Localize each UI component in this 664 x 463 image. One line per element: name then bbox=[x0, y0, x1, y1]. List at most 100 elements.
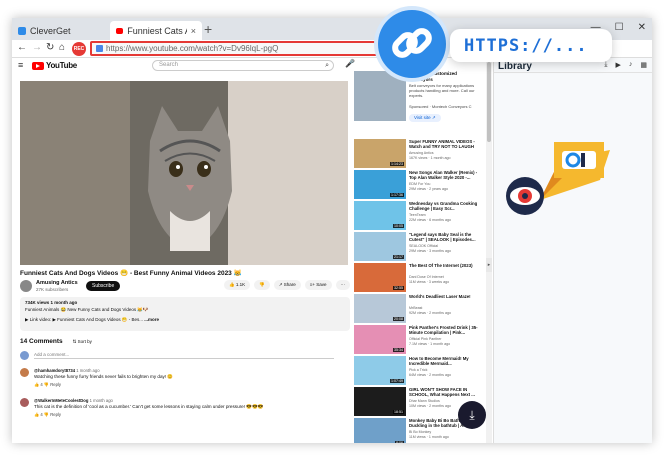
video-duration: 1:07:49 bbox=[390, 379, 404, 383]
youtube-logo[interactable]: YouTube bbox=[32, 61, 77, 70]
scrollbar-thumb[interactable] bbox=[487, 62, 491, 142]
related-video-meta: 29M views · 3 months ago bbox=[409, 249, 451, 253]
audio-icon[interactable]: ♪ bbox=[629, 61, 633, 69]
video-thumbnail[interactable]: 1:17:36 bbox=[354, 170, 406, 199]
related-video-item[interactable]: 1:17:36 New Songs Alan Walker (Remix) - T… bbox=[354, 170, 482, 201]
description-more-link[interactable]: ...more bbox=[144, 317, 159, 322]
video-thumbnail[interactable]: 32:55 bbox=[354, 263, 406, 292]
related-video-channel[interactable]: SEALOOK Official bbox=[409, 244, 438, 248]
description-line: ▶ Link video: ▶ Funniest Cats And Dogs V… bbox=[25, 317, 143, 322]
search-placeholder: Search bbox=[159, 62, 179, 68]
comment-actions[interactable]: 👍 4 👎 Reply bbox=[34, 382, 61, 388]
page-scrollbar[interactable] bbox=[486, 58, 492, 443]
link-icon bbox=[378, 10, 446, 78]
sponsored-ad[interactable]: Industrial Customized Conveyors Belt con… bbox=[354, 71, 482, 136]
related-video-channel[interactable]: Pick a Trick bbox=[409, 368, 427, 372]
video-thumbnail[interactable]: 21:17 bbox=[354, 232, 406, 261]
comment-author[interactable]: @WalkerInMeteCoolestDog bbox=[34, 398, 88, 403]
commenter-avatar bbox=[20, 398, 29, 407]
cleverget-logo-icon bbox=[554, 142, 604, 178]
sort-comments-button[interactable]: ⇅ Sort by bbox=[73, 339, 92, 345]
related-video-item[interactable]: 1:07:49 How to Become Mermaid! My Incredi… bbox=[354, 356, 482, 387]
youtube-search-input[interactable]: Search ⌕ bbox=[152, 60, 334, 71]
tab-cleverget[interactable]: CleverGet bbox=[12, 21, 110, 40]
url-text: https://www.youtube.com/watch?v=Dv96lqL-… bbox=[106, 44, 279, 53]
subscribe-button[interactable]: Subscribe bbox=[86, 281, 121, 291]
record-button[interactable]: REC bbox=[72, 42, 86, 56]
close-tab-icon[interactable]: × bbox=[191, 26, 196, 36]
comment-author[interactable]: @hamhamdoryt8734 bbox=[34, 368, 75, 373]
ad-description: Belt conveyors for many applications pro… bbox=[409, 83, 475, 98]
related-video-item[interactable]: 21:17 "Legend says Baby Seal is the Cutes… bbox=[354, 232, 482, 263]
related-video-channel[interactable]: Official Pink Panther bbox=[409, 337, 442, 341]
close-window-button[interactable]: ✕ bbox=[638, 22, 646, 33]
downloading-icon[interactable]: ⤓ bbox=[604, 61, 607, 69]
related-video-channel[interactable]: TeenTeam bbox=[409, 213, 426, 217]
related-video-meta: 7.1M views · 1 month ago bbox=[409, 342, 451, 346]
channel-name[interactable]: Amusing Antics bbox=[36, 280, 78, 286]
related-video-item[interactable]: 32:55 The Best Of The Internet (2023) Dani… bbox=[354, 263, 482, 294]
video-actions: 👍 1.1K 👎 ↗ Share ≡+ Save ··· bbox=[223, 280, 350, 290]
related-video-item[interactable]: 20:08 World's Deadliest Laser Maze! MrBeas… bbox=[354, 294, 482, 325]
eye-icon bbox=[506, 177, 544, 215]
search-icon[interactable]: ⌕ bbox=[325, 61, 329, 70]
grid-icon[interactable]: ▦ bbox=[640, 61, 647, 69]
video-description[interactable]: 734K views 1 month ago Funniest Animals … bbox=[20, 297, 350, 331]
library-title: Library bbox=[498, 61, 532, 72]
related-video-channel[interactable]: Dhar Mann Studios bbox=[409, 399, 440, 403]
related-video-title[interactable]: The Best Of The Internet (2023) bbox=[409, 263, 481, 268]
reload-icon[interactable]: ↻ bbox=[46, 42, 54, 53]
home-icon[interactable]: ⌂ bbox=[59, 42, 65, 53]
related-video-channel[interactable]: MrBeast bbox=[409, 306, 422, 310]
panel-collapse-handle[interactable]: ▸ bbox=[486, 258, 492, 272]
related-video-item[interactable]: 10:05 Wednesday vs Grandma Cooking Challe… bbox=[354, 201, 482, 232]
menu-icon[interactable]: ≡ bbox=[18, 60, 23, 70]
related-video-title[interactable]: How to Become Mermaid! My Incredible Mer… bbox=[409, 356, 481, 367]
related-video-title[interactable]: New Songs Alan Walker (Remix) - Top Alan… bbox=[409, 170, 481, 181]
visit-site-button[interactable]: Visit site ↗ bbox=[409, 114, 441, 122]
video-thumbnail[interactable]: 1:14:23 bbox=[354, 139, 406, 168]
dislike-button[interactable]: 👎 bbox=[254, 280, 270, 290]
related-video-title[interactable]: Super FUNNY ANIMAL VIDEOS - Watch and TR… bbox=[409, 139, 481, 150]
comment-actions[interactable]: 👍 4 👎 Reply bbox=[34, 412, 61, 418]
new-tab-button[interactable]: + bbox=[204, 21, 212, 37]
channel-avatar[interactable] bbox=[20, 280, 32, 292]
related-video-title[interactable]: Pink Panther's Frosted Drink | 35-Minute… bbox=[409, 325, 481, 336]
back-arrow-icon[interactable]: ← bbox=[17, 42, 27, 53]
save-button[interactable]: ≡+ Save bbox=[304, 280, 332, 290]
video-icon[interactable]: ▶ bbox=[615, 61, 620, 69]
more-actions-button[interactable]: ··· bbox=[335, 280, 350, 290]
add-comment-input[interactable]: Add a comment... bbox=[34, 352, 334, 359]
tab-youtube[interactable]: Funniest Cats And Dogs × bbox=[110, 21, 202, 40]
video-thumbnail[interactable]: 10:05 bbox=[354, 201, 406, 230]
https-label: HTTPS://... bbox=[450, 29, 612, 62]
share-button[interactable]: ↗ Share bbox=[273, 280, 301, 290]
forward-arrow-icon[interactable]: → bbox=[32, 42, 42, 53]
download-button[interactable]: ⤓ bbox=[458, 401, 486, 429]
related-video-channel[interactable]: Amusing Antics bbox=[409, 151, 434, 155]
microphone-icon[interactable]: 🎤 bbox=[345, 59, 355, 68]
video-background-right bbox=[228, 81, 348, 265]
video-player[interactable] bbox=[20, 81, 348, 265]
related-video-channel[interactable]: Bi Bo Monkey bbox=[409, 430, 431, 434]
related-video-meta: 167K views · 1 month ago bbox=[409, 156, 451, 160]
related-video-title[interactable]: World's Deadliest Laser Maze! bbox=[409, 294, 481, 299]
video-thumbnail[interactable]: 1:07:49 bbox=[354, 356, 406, 385]
related-video-title[interactable]: Wednesday vs Grandma Cooking Challenge |… bbox=[409, 201, 481, 212]
video-thumbnail[interactable]: 18:51 bbox=[354, 387, 406, 416]
related-video-channel[interactable]: Dani Dose Of Internet bbox=[409, 275, 444, 279]
maximize-button[interactable]: ☐ bbox=[615, 22, 624, 33]
youtube-play-icon bbox=[32, 61, 44, 70]
ad-thumbnail[interactable] bbox=[354, 71, 406, 121]
related-video-title[interactable]: "Legend says Baby Seal is the Cutest" | … bbox=[409, 232, 481, 243]
video-thumbnail[interactable]: 35:34 bbox=[354, 325, 406, 354]
library-tabs: ⤓ ▶ ♪ ▦ bbox=[604, 61, 647, 69]
video-thumbnail[interactable]: 8:06 bbox=[354, 418, 406, 443]
video-thumbnail[interactable]: 20:08 bbox=[354, 294, 406, 323]
related-video-channel[interactable]: EDM For You bbox=[409, 182, 430, 186]
related-video-item[interactable]: 1:14:23 Super FUNNY ANIMAL VIDEOS - Watch… bbox=[354, 139, 482, 170]
related-video-title[interactable]: GIRL WON'T SHOW FACE IN SCHOOL, What Hap… bbox=[409, 387, 481, 398]
address-bar[interactable]: https://www.youtube.com/watch?v=Dv96lqL-… bbox=[90, 41, 392, 56]
related-video-item[interactable]: 35:34 Pink Panther's Frosted Drink | 35-M… bbox=[354, 325, 482, 356]
like-button[interactable]: 👍 1.1K bbox=[223, 280, 251, 290]
